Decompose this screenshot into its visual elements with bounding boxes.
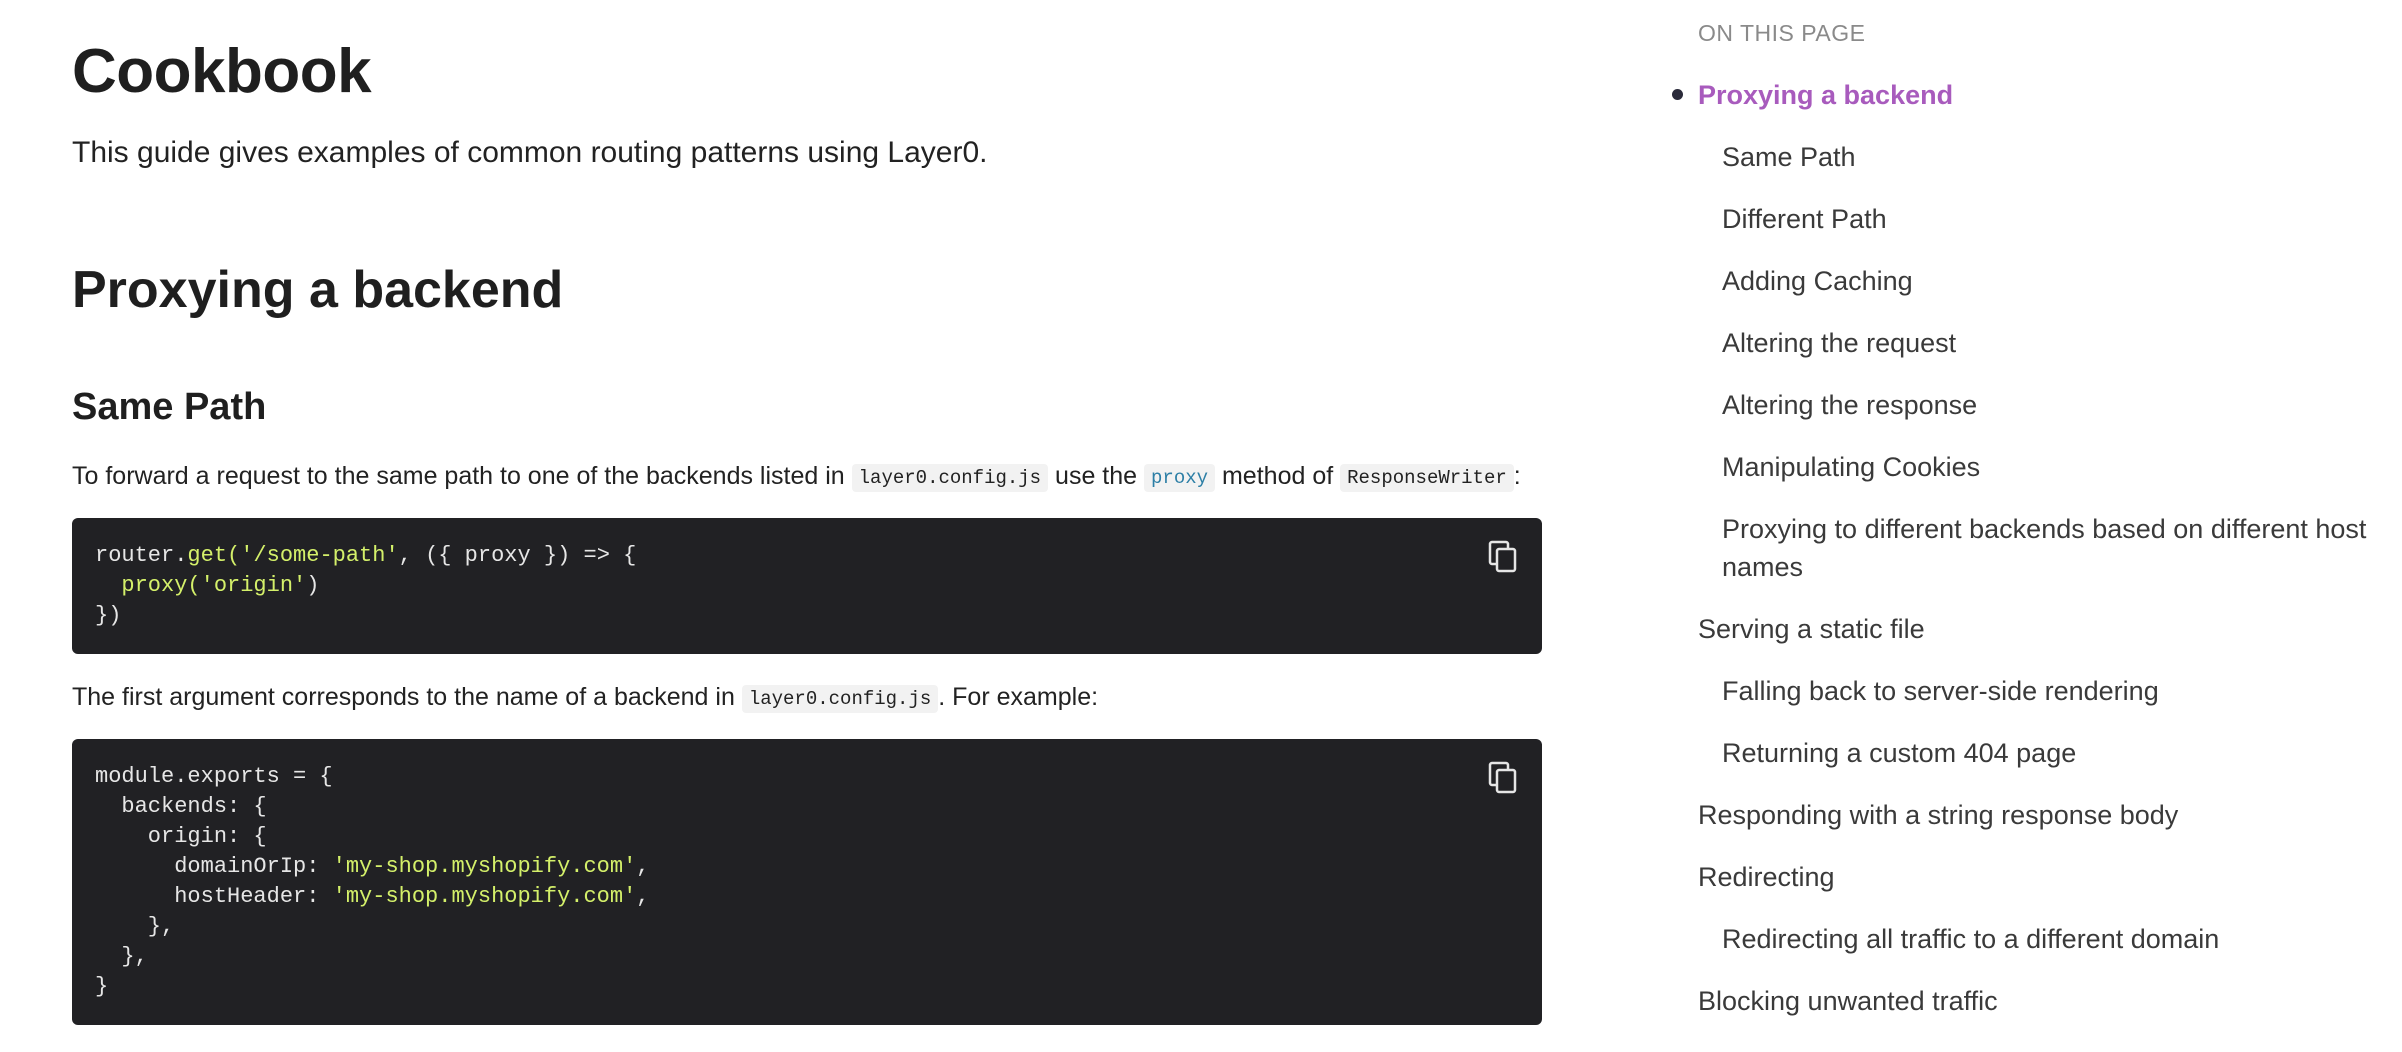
toc-item-custom-404[interactable]: Returning a custom 404 page	[1722, 734, 2076, 772]
section-heading-proxying: Proxying a backend	[72, 261, 564, 319]
inline-code-link[interactable]: proxy	[1144, 464, 1216, 492]
code-content: module.exports = { backends: { origin: {…	[95, 764, 650, 999]
code-block: module.exports = { backends: { origin: {…	[72, 739, 1542, 1025]
code-block: router.get('/some-path', ({ proxy }) => …	[72, 518, 1542, 654]
toc-item-proxying-a-backend[interactable]: Proxying a backend	[1698, 76, 1953, 114]
paragraph-text: :	[1513, 462, 1521, 490]
code-content: router.get('/some-path', ({ proxy }) => …	[95, 543, 637, 628]
toc-item-proxying-different-backends[interactable]: Proxying to different backends based on …	[1722, 510, 2366, 548]
toc-item-proxying-different-backends-cont[interactable]: names	[1722, 548, 1803, 586]
toc-title: ON THIS PAGE	[1698, 20, 1866, 46]
paragraph-same-path: To forward a request to the same path to…	[72, 459, 1521, 495]
toc-item-redirect-all-traffic[interactable]: Redirecting all traffic to a different d…	[1722, 920, 2219, 958]
paragraph-text: The first argument corresponds to the na…	[72, 683, 735, 711]
intro-text: This guide gives examples of common rout…	[72, 136, 988, 169]
toc-item-manipulating-cookies[interactable]: Manipulating Cookies	[1722, 448, 1980, 486]
paragraph-first-argument: The first argument corresponds to the na…	[72, 680, 1098, 716]
paragraph-text: method of	[1221, 462, 1334, 490]
active-indicator	[1672, 89, 1683, 100]
toc-item-blocking-unwanted-traffic[interactable]: Blocking unwanted traffic	[1698, 982, 1998, 1020]
inline-code: layer0.config.js	[851, 464, 1049, 492]
inline-code: ResponseWriter	[1340, 464, 1514, 492]
page-title: Cookbook	[72, 37, 372, 106]
paragraph-text: To forward a request to the same path to…	[72, 462, 845, 490]
inline-code: layer0.config.js	[741, 685, 939, 713]
paragraph-text: . For example:	[938, 683, 1099, 711]
paragraph-text: use the	[1055, 462, 1138, 490]
toc-item-adding-caching[interactable]: Adding Caching	[1722, 262, 1913, 300]
toc-item-same-path[interactable]: Same Path	[1722, 138, 1856, 176]
copy-icon[interactable]	[1488, 540, 1518, 574]
toc-item-altering-the-request[interactable]: Altering the request	[1722, 324, 1956, 362]
toc-item-altering-the-response[interactable]: Altering the response	[1722, 386, 1977, 424]
toc-item-string-response-body[interactable]: Responding with a string response body	[1698, 796, 2178, 834]
toc-item-serving-a-static-file[interactable]: Serving a static file	[1698, 610, 1925, 648]
toc-item-redirecting[interactable]: Redirecting	[1698, 858, 1835, 896]
subsection-heading-same-path: Same Path	[72, 386, 267, 428]
copy-icon[interactable]	[1488, 761, 1518, 795]
toc-item-different-path[interactable]: Different Path	[1722, 200, 1887, 238]
toc-item-falling-back-ssr[interactable]: Falling back to server-side rendering	[1722, 672, 2159, 710]
